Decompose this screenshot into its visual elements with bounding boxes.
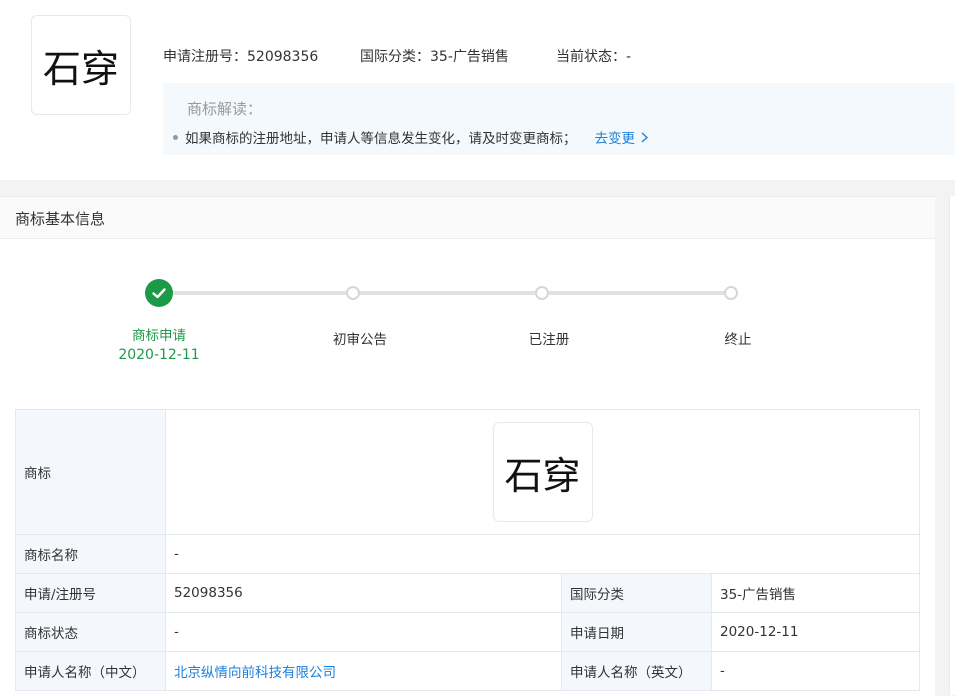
step-dot-4 [724, 286, 738, 300]
notice-text: 如果商标的注册地址，申请人等信息发生变化，请及时变更商标； [185, 131, 577, 147]
applicant-link[interactable]: 北京纵情向前科技有限公司 [165, 651, 562, 691]
intl-class-field: 国际分类：35-广告销售 [360, 46, 509, 66]
table-row: 申请人名称（中文） 北京纵情向前科技有限公司 申请人名称（英文） - [15, 651, 920, 691]
chevron-right-icon [641, 131, 648, 143]
table-value: - [165, 612, 562, 652]
change-link[interactable]: 去变更 [594, 127, 648, 147]
table-value: 35-广告销售 [711, 573, 920, 613]
table-value: - [711, 651, 920, 691]
table-value: - [165, 534, 920, 574]
table-row: 申请/注册号 52098356 国际分类 35-广告销售 [15, 573, 920, 613]
step-done-icon [145, 279, 173, 307]
table-row: 商标状态 - 申请日期 2020-12-11 [15, 612, 920, 652]
bullet-icon [173, 134, 178, 140]
table-label: 商标名称 [15, 534, 166, 574]
trademark-logo: 石穿 [31, 15, 131, 115]
change-link-label: 去变更 [594, 131, 636, 147]
intl-class-value: 35-广告销售 [430, 49, 509, 65]
info-table: 商标 石穿 商标名称 - 申请/注册号 52098356 国际分类 35-广告销… [15, 409, 920, 691]
intl-class-label: 国际分类： [360, 49, 430, 65]
reg-no-value: 52098356 [247, 49, 319, 65]
right-panel-edge [949, 196, 955, 695]
applicant-name[interactable]: 北京纵情向前科技有限公司 [174, 665, 336, 681]
basic-info-panel: 商标基本信息 商标申请 2020-12-11 初审公告 已注册 终止 商标 石穿… [0, 196, 935, 696]
table-label: 国际分类 [561, 573, 712, 613]
table-value: 52098356 [165, 573, 562, 613]
table-value: 石穿 [165, 409, 920, 535]
notice-title: 商标解读： [187, 100, 263, 118]
table-label: 商标状态 [15, 612, 166, 652]
step-date-1: 2020-12-11 [118, 347, 200, 363]
table-row: 商标名称 - [15, 534, 920, 574]
step-label-1: 商标申请 [132, 328, 186, 344]
table-row: 商标 石穿 [15, 409, 920, 535]
table-label: 商标 [15, 409, 166, 535]
check-icon [152, 288, 166, 299]
trademark-image: 石穿 [492, 422, 593, 522]
status-value: - [626, 49, 632, 65]
table-label: 申请日期 [561, 612, 712, 652]
status-label: 当前状态： [556, 49, 626, 65]
trademark-header: 石穿 申请注册号：52098356 国际分类：35-广告销售 当前状态：- 商标… [0, 0, 955, 180]
step-label-3: 已注册 [528, 332, 570, 348]
table-label: 申请人名称（中文） [15, 651, 166, 691]
table-label: 申请人名称（英文） [561, 651, 712, 691]
progress-track [173, 291, 733, 295]
table-value: 2020-12-11 [711, 612, 920, 652]
status-field: 当前状态：- [556, 46, 631, 66]
step-label-2: 初审公告 [333, 332, 387, 348]
step-dot-3 [535, 286, 549, 300]
reg-no-field: 申请注册号：52098356 [163, 46, 318, 66]
step-dot-2 [346, 286, 360, 300]
progress-steps: 商标申请 2020-12-11 初审公告 已注册 终止 [0, 197, 935, 397]
table-label: 申请/注册号 [15, 573, 166, 613]
reg-no-label: 申请注册号： [163, 49, 247, 65]
trademark-notice: 商标解读： 如果商标的注册地址，申请人等信息发生变化，请及时变更商标； 去变更 [163, 83, 955, 155]
notice-line: 如果商标的注册地址，申请人等信息发生变化，请及时变更商标； 去变更 [173, 127, 648, 147]
step-label-4: 终止 [724, 332, 752, 348]
